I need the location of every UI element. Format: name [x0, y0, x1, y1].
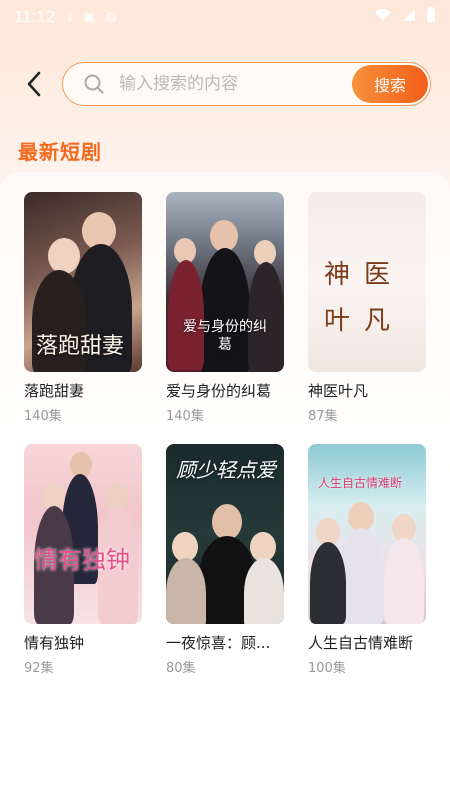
poster-title: 神医叶凡 [324, 260, 405, 336]
poster-title: 落跑甜妻 [36, 334, 125, 359]
search-header: 搜索 [0, 60, 450, 108]
episode-count: 92集 [24, 661, 54, 676]
drama-card[interactable]: 神医叶凡 神医叶凡 87集 [308, 192, 426, 424]
drama-poster[interactable]: 爱与身份的纠葛 [166, 192, 284, 372]
download-icon: ⤓ [67, 9, 74, 25]
status-bar: 11:12 ⤓ ▣ ◍ [0, 0, 450, 34]
drama-poster[interactable]: 神医叶凡 [308, 192, 426, 372]
poster-title: 爱与身份的纠葛 [183, 319, 267, 353]
search-box[interactable]: 搜索 [62, 62, 431, 106]
episode-count: 140集 [24, 409, 62, 424]
drama-title: 一夜惊喜：顾... [166, 634, 271, 652]
back-button[interactable] [18, 66, 50, 102]
drama-poster[interactable]: 情有独钟 [24, 444, 142, 624]
poster-figure [248, 262, 284, 372]
search-icon [84, 74, 104, 94]
poster-figure [48, 238, 80, 274]
drama-card[interactable]: 人生自古情难断 人生自古情难断 100集 [308, 444, 426, 676]
drama-title: 爱与身份的纠葛 [166, 382, 272, 400]
drama-title: 情有独钟 [24, 634, 85, 652]
poster-figure [244, 558, 284, 624]
drama-card[interactable]: 爱与身份的纠葛 爱与身份的纠葛 140集 [166, 192, 284, 424]
drama-title: 人生自古情难断 [308, 634, 414, 652]
episode-count: 87集 [308, 409, 338, 424]
drama-title: 落跑甜妻 [24, 382, 85, 400]
drama-card[interactable]: 情有独钟 情有独钟 92集 [24, 444, 142, 676]
drama-poster[interactable]: 落跑甜妻 [24, 192, 142, 372]
section-title: 最新短剧 [18, 140, 102, 164]
chevron-left-icon [27, 71, 41, 97]
poster-figure [166, 558, 206, 624]
poster-figure [310, 542, 346, 624]
search-button[interactable]: 搜索 [352, 65, 428, 103]
search-input[interactable] [119, 74, 329, 94]
poster-figure [212, 504, 242, 540]
episode-count: 100集 [308, 661, 346, 676]
app-notification-icon: ▣ [83, 9, 96, 25]
wifi-icon [374, 8, 392, 26]
drama-title: 神医叶凡 [308, 382, 369, 400]
episode-count: 80集 [166, 661, 196, 676]
poster-title: 顾少轻点爱 [176, 458, 276, 482]
status-time: 11:12 [14, 7, 56, 26]
drama-poster[interactable]: 人生自古情难断 [308, 444, 426, 624]
sync-icon: ◍ [105, 9, 117, 25]
drama-card[interactable]: 落跑甜妻 落跑甜妻 140集 [24, 192, 142, 424]
drama-card[interactable]: 顾少轻点爱 一夜惊喜：顾... 80集 [166, 444, 284, 676]
poster-title: 人生自古情难断 [318, 476, 403, 490]
battery-icon [426, 7, 436, 27]
poster-figure [384, 538, 424, 624]
episode-count: 140集 [166, 409, 204, 424]
poster-title: 情有独钟 [34, 546, 130, 574]
signal-icon [402, 8, 416, 26]
drama-poster[interactable]: 顾少轻点爱 [166, 444, 284, 624]
